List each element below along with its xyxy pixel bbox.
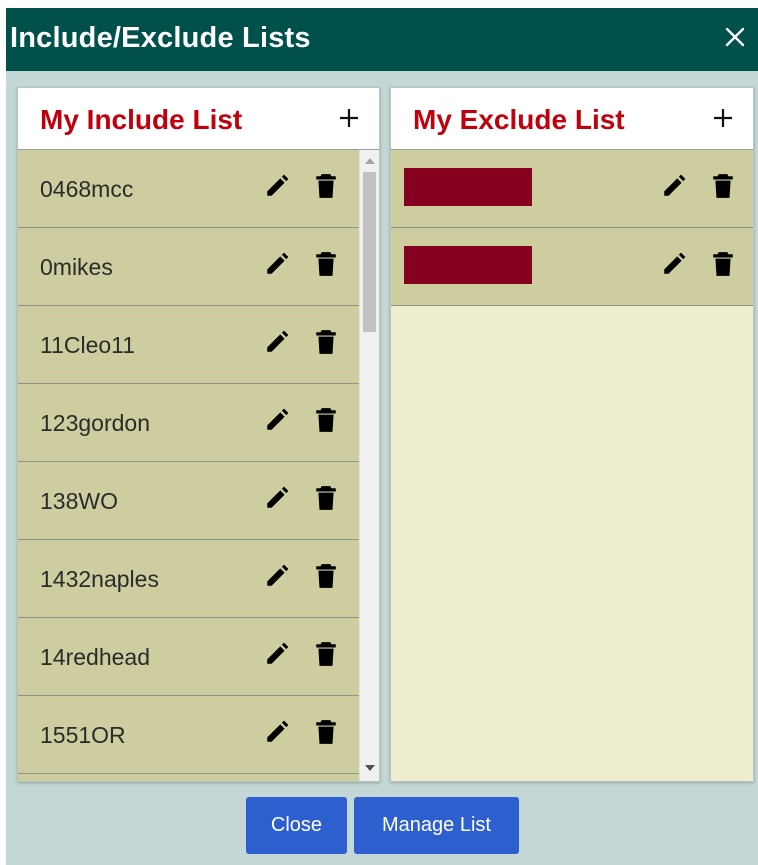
include-list-title: My Include List (40, 104, 243, 135)
pencil-icon[interactable] (264, 640, 290, 668)
trash-icon[interactable] (313, 250, 339, 278)
list-item[interactable]: 123gordon (18, 384, 359, 462)
exclude-list (391, 150, 753, 781)
exclude-list-title: My Exclude List (413, 104, 625, 135)
trash-icon[interactable] (313, 172, 339, 200)
manage-list-button[interactable]: Manage List (354, 797, 519, 854)
scroll-thumb[interactable] (363, 172, 376, 332)
list-item[interactable]: 14redhead (18, 618, 359, 696)
scroll-up-arrow-icon[interactable] (365, 158, 375, 164)
pencil-icon[interactable] (264, 562, 290, 590)
include-list-scrollbar[interactable] (359, 150, 379, 781)
dialog-titlebar: Include/Exclude Lists (6, 8, 758, 71)
list-item-label: 123gordon (40, 410, 150, 436)
close-button[interactable]: Close (246, 797, 347, 854)
list-item-label: 14redhead (40, 644, 150, 670)
plus-icon[interactable] (337, 106, 361, 130)
include-exclude-dialog: Include/Exclude Lists My Include List 04… (6, 8, 758, 865)
pencil-icon[interactable] (661, 250, 687, 278)
list-item[interactable]: 138WO (18, 462, 359, 540)
list-item[interactable]: 11Cleo11 (18, 306, 359, 384)
trash-icon[interactable] (710, 250, 736, 278)
include-list-header: My Include List (18, 88, 379, 150)
pencil-icon[interactable] (264, 406, 290, 434)
list-item-label: 1551OR (40, 722, 126, 748)
list-item[interactable]: 0468mcc (18, 150, 359, 228)
plus-icon[interactable] (711, 106, 735, 130)
include-list: 0468mcc 0mikes 11Cleo11 123gordon 138WO (18, 150, 359, 781)
pencil-icon[interactable] (264, 718, 290, 746)
list-item-label: 0mikes (40, 254, 113, 280)
trash-icon[interactable] (710, 172, 736, 200)
list-item-label: 0468mcc (40, 176, 134, 202)
list-item[interactable] (391, 228, 753, 306)
pencil-icon[interactable] (264, 484, 290, 512)
scroll-down-arrow-icon[interactable] (365, 765, 375, 771)
list-item[interactable] (391, 150, 753, 228)
pencil-icon[interactable] (264, 250, 290, 278)
exclude-list-panel: My Exclude List (390, 87, 754, 782)
list-item-label: 11Cleo11 (40, 332, 136, 358)
trash-icon[interactable] (313, 484, 339, 512)
redacted-label (404, 168, 532, 206)
trash-icon[interactable] (313, 640, 339, 668)
pencil-icon[interactable] (264, 328, 290, 356)
close-icon[interactable] (724, 26, 746, 48)
list-item[interactable]: 1432naples (18, 540, 359, 618)
include-list-panel: My Include List 0468mcc 0mikes 11Cleo11 (17, 87, 380, 782)
list-item[interactable] (18, 774, 359, 781)
dialog-title: Include/Exclude Lists (10, 22, 311, 54)
trash-icon[interactable] (313, 328, 339, 356)
trash-icon[interactable] (313, 406, 339, 434)
redacted-label (404, 246, 532, 284)
list-item-label: 138WO (40, 488, 118, 514)
exclude-list-header: My Exclude List (391, 88, 753, 150)
list-item[interactable]: 0mikes (18, 228, 359, 306)
pencil-icon[interactable] (661, 172, 687, 200)
pencil-icon[interactable] (264, 172, 290, 200)
trash-icon[interactable] (313, 718, 339, 746)
list-item[interactable]: 1551OR (18, 696, 359, 774)
trash-icon[interactable] (313, 562, 339, 590)
list-item-label: 1432naples (40, 566, 159, 592)
